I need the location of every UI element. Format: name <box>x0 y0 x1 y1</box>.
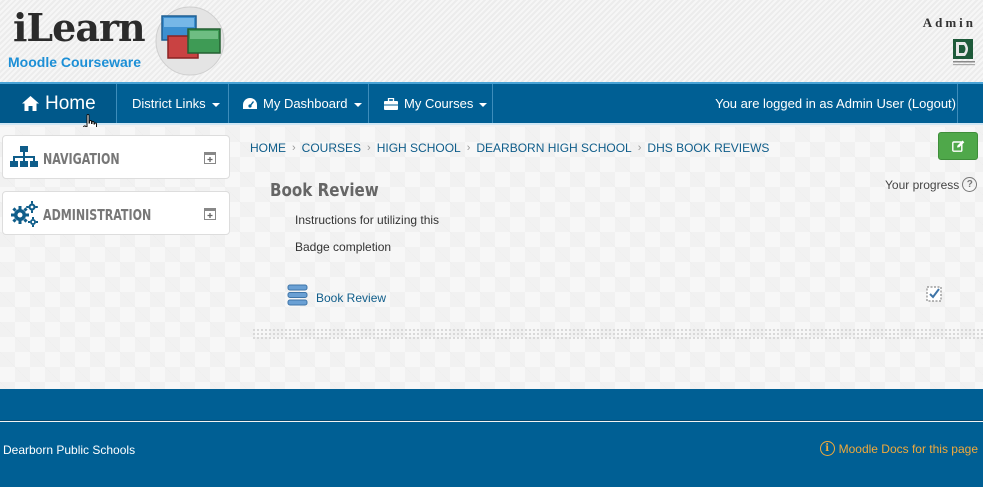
breadcrumb-dearborn-high-school[interactable]: DEARBORN HIGH SCHOOL <box>476 141 631 155</box>
page-content: NAVIGATION ADMINISTRATION HOME › COURSES… <box>0 127 983 389</box>
breadcrumb-home[interactable]: HOME <box>250 141 286 155</box>
dock-block-icon[interactable] <box>204 152 216 164</box>
activity-link-book-review[interactable]: Book Review <box>316 291 386 305</box>
dashboard-icon <box>243 98 257 109</box>
site-logo[interactable]: iLearn Moodle Courseware <box>7 4 227 78</box>
site-header: iLearn Moodle Courseware Admin <box>0 0 983 82</box>
breadcrumb-high-school[interactable]: HIGH SCHOOL <box>377 141 461 155</box>
progress-label: Your progress ? <box>885 177 978 192</box>
admin-label: Admin <box>922 15 976 30</box>
breadcrumb-courses[interactable]: COURSES <box>302 141 361 155</box>
course-summary-line: Badge completion <box>295 240 392 254</box>
course-summary-line: Instructions for utilizing this <box>295 213 440 227</box>
administration-block[interactable]: ADMINISTRATION <box>2 191 230 235</box>
gears-icon <box>11 201 38 227</box>
checkbox-checked-icon[interactable] <box>926 286 942 302</box>
chevron-down-icon <box>211 102 220 107</box>
footer-school-name: Dearborn Public Schools <box>3 443 136 457</box>
database-icon <box>287 284 308 306</box>
site-footer: Dearborn Public Schools i Moodle Docs fo… <box>0 422 983 487</box>
nav-district-links-label: District Links <box>132 96 206 111</box>
course-title: Book Review <box>270 180 379 201</box>
main-navbar: Home District Links My Dashboard My Cour… <box>0 82 983 125</box>
pencil-square-icon <box>951 140 964 152</box>
breadcrumb-dhs-book-reviews[interactable]: DHS BOOK REVIEWS <box>647 141 769 155</box>
logo-screens-icon <box>155 6 225 76</box>
chevron-down-icon <box>479 102 488 107</box>
logo-subtitle: Moodle Courseware <box>8 54 142 70</box>
breadcrumb-separator: › <box>367 142 371 154</box>
nav-my-dashboard-label: My Dashboard <box>263 96 348 111</box>
briefcase-icon <box>384 97 398 110</box>
breadcrumb-separator: › <box>466 142 471 154</box>
nav-my-courses[interactable]: My Courses <box>369 84 493 123</box>
breadcrumb-separator: › <box>637 142 642 154</box>
moodle-docs-link-label: Moodle Docs for this page <box>838 441 978 456</box>
home-icon <box>22 96 39 111</box>
footer-band <box>0 389 983 421</box>
section-divider <box>252 328 983 340</box>
nav-divider <box>957 84 958 123</box>
nav-home-label: Home <box>45 92 96 114</box>
nav-home[interactable]: Home <box>0 84 117 123</box>
progress-label-text: Your progress <box>885 177 960 192</box>
info-circle-icon: i <box>819 441 835 456</box>
nav-my-courses-label: My Courses <box>404 96 474 111</box>
breadcrumb: HOME › COURSES › HIGH SCHOOL › DEARBORN … <box>250 141 769 155</box>
nav-my-dashboard[interactable]: My Dashboard <box>229 84 369 123</box>
edit-settings-button[interactable] <box>938 132 978 160</box>
breadcrumb-separator: › <box>292 142 296 154</box>
chevron-down-icon <box>353 102 362 107</box>
district-logo-icon <box>953 39 975 66</box>
dock-block-icon[interactable] <box>204 208 216 220</box>
navigation-block[interactable]: NAVIGATION <box>2 135 230 179</box>
moodle-docs-link[interactable]: i Moodle Docs for this page <box>819 441 978 456</box>
login-status[interactable]: You are logged in as Admin User (Logout) <box>715 84 956 123</box>
nav-district-links[interactable]: District Links <box>117 84 229 123</box>
administration-block-title: ADMINISTRATION <box>43 206 152 224</box>
logo-title: iLearn <box>13 5 146 50</box>
navigation-block-title: NAVIGATION <box>43 150 120 168</box>
sitemap-icon <box>10 146 38 167</box>
question-circle-icon[interactable]: ? <box>962 177 978 192</box>
